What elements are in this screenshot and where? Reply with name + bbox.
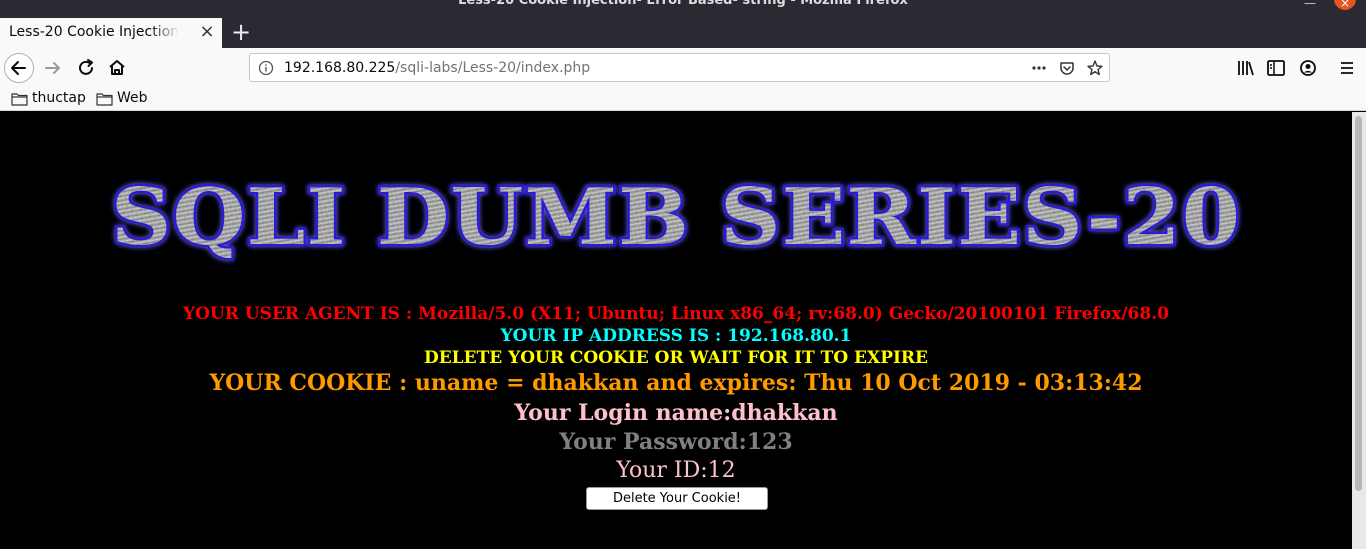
home-icon[interactable] bbox=[105, 56, 129, 80]
forward-arrow-icon[interactable] bbox=[41, 56, 65, 80]
tab-strip: Less-20 Cookie Injection- Error Based- s… bbox=[0, 18, 1366, 48]
delete-cookie-button[interactable]: Delete Your Cookie! bbox=[586, 487, 768, 510]
cookie-notice: DELETE YOUR COOKIE OR WAIT FOR IT TO EXP… bbox=[423, 348, 929, 368]
page-actions-icon[interactable] bbox=[1030, 59, 1048, 77]
window-close-icon[interactable]: × bbox=[1334, 0, 1356, 10]
library-icon[interactable] bbox=[1234, 56, 1258, 80]
banner-title: SQLI DUMB SERIES-20 bbox=[111, 172, 1241, 263]
pocket-icon[interactable] bbox=[1058, 59, 1076, 77]
window-titlebar: Less-20 Cookie Injection- Error Based- s… bbox=[0, 0, 1366, 18]
url-host: 192.168.80.225 bbox=[284, 60, 396, 76]
sidebar-icon[interactable] bbox=[1264, 56, 1288, 80]
password-line: Your Password:123 bbox=[559, 429, 793, 455]
tab-active[interactable]: Less-20 Cookie Injection- Error Based- s… bbox=[0, 18, 222, 48]
banner-image: SQLI DUMB SERIES-20 bbox=[109, 172, 1243, 266]
page-content: SQLI DUMB SERIES-20 YOUR USER AGENT IS :… bbox=[0, 112, 1352, 549]
window-title: Less-20 Cookie Injection- Error Based- s… bbox=[458, 0, 908, 8]
login-name-line: Your Login name:dhakkan bbox=[514, 400, 838, 426]
id-line: Your ID:12 bbox=[616, 458, 736, 483]
bookmark-label: thuctap bbox=[32, 90, 86, 106]
menu-icon[interactable] bbox=[1335, 56, 1359, 80]
vertical-scrollbar[interactable] bbox=[1352, 112, 1366, 549]
ip-address-line: YOUR IP ADDRESS IS : 192.168.80.1 bbox=[500, 326, 852, 346]
bookmarks-toolbar: thuctap Web bbox=[0, 88, 1366, 111]
folder-icon bbox=[11, 93, 28, 106]
url-text[interactable]: 192.168.80.225/sqli-labs/Less-20/index.p… bbox=[284, 60, 590, 76]
bookmark-label: Web bbox=[117, 90, 148, 106]
cookie-line: YOUR COOKIE : uname = dhakkan and expire… bbox=[209, 370, 1143, 396]
account-icon[interactable] bbox=[1296, 56, 1320, 80]
back-arrow-icon bbox=[11, 61, 26, 75]
back-button[interactable] bbox=[4, 53, 34, 83]
minimize-icon[interactable]: — bbox=[1304, 0, 1316, 10]
folder-icon bbox=[96, 93, 113, 106]
bookmark-folder-web[interactable]: Web bbox=[96, 89, 152, 109]
bookmark-folder-thuctap[interactable]: thuctap bbox=[11, 89, 89, 109]
bookmark-star-icon[interactable] bbox=[1086, 59, 1104, 77]
address-bar[interactable]: 192.168.80.225/sqli-labs/Less-20/index.p… bbox=[249, 53, 1110, 82]
reload-icon[interactable] bbox=[74, 56, 98, 80]
user-agent-line: YOUR USER AGENT IS : Mozilla/5.0 (X11; U… bbox=[183, 304, 1169, 324]
new-tab-icon[interactable]: + bbox=[228, 19, 254, 45]
navigation-toolbar: 192.168.80.225/sqli-labs/Less-20/index.p… bbox=[0, 48, 1366, 88]
url-path: /sqli-labs/Less-20/index.php bbox=[395, 60, 591, 76]
scrollbar-thumb[interactable] bbox=[1355, 116, 1362, 491]
close-icon[interactable]: × bbox=[196, 21, 218, 43]
info-icon[interactable] bbox=[258, 60, 274, 76]
